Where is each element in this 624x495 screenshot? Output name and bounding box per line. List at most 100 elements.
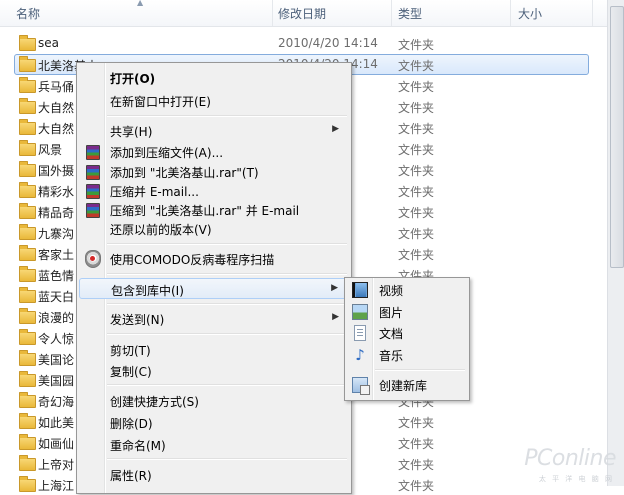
menu-item-label: 发送到(N): [110, 313, 165, 327]
menu-item-label: 共享(H): [110, 125, 153, 139]
file-name: 如此美: [38, 416, 75, 430]
folder-icon: [19, 98, 36, 114]
folder-icon: [19, 224, 36, 240]
column-size-header[interactable]: 大小: [518, 0, 542, 26]
menu-item-delete[interactable]: 删除(D): [79, 412, 347, 433]
file-name: 大自然: [38, 122, 75, 136]
submenu-item-pictures[interactable]: 图片: [347, 301, 467, 323]
submenu-item-label: 视频: [379, 284, 404, 298]
column-divider[interactable]: [272, 0, 273, 26]
winrar-icon: [86, 165, 100, 180]
menu-item-add-to-rar[interactable]: 添加到 "北美洛基山.rar"(T): [79, 161, 347, 182]
file-name: 上帝对: [38, 458, 75, 472]
file-type: 文件夹: [398, 59, 435, 73]
submenu-arrow-icon: ▶: [332, 124, 339, 134]
menu-item-compress-email[interactable]: 压缩并 E-mail...: [79, 180, 347, 201]
menu-item-label: 添加到压缩文件(A)...: [110, 146, 224, 160]
file-name: 精彩水: [38, 185, 75, 199]
folder-icon: [19, 77, 36, 93]
file-name: 浪漫的: [38, 311, 75, 325]
menu-item-restore-previous[interactable]: 还原以前的版本(V): [79, 218, 347, 239]
file-type: 文件夹: [398, 206, 435, 220]
file-name: 美国论: [38, 353, 75, 367]
folder-icon: [19, 203, 36, 219]
file-name: 兵马俑: [38, 80, 75, 94]
folder-icon: [19, 392, 36, 408]
folder-icon: [19, 308, 36, 324]
menu-item-label: 还原以前的版本(V): [110, 223, 212, 237]
menu-item-include-in-library[interactable]: 包含到库中(I) ▶: [79, 278, 347, 299]
file-type: 文件夹: [398, 101, 435, 115]
file-type: 文件夹: [398, 227, 435, 241]
folder-icon: [19, 56, 36, 72]
scrollbar-thumb[interactable]: [610, 6, 624, 268]
context-menu: 打开(O) 在新窗口中打开(E) 共享(H) ▶ 添加到压缩文件(A)... 添…: [76, 62, 352, 494]
menu-item-compress-rar-email[interactable]: 压缩到 "北美洛基山.rar" 并 E-mail: [79, 199, 347, 220]
vertical-scrollbar[interactable]: [607, 0, 624, 486]
menu-item-open-new-window[interactable]: 在新窗口中打开(E): [79, 90, 347, 111]
pconline-watermark: PConline 太 平 洋 电 脑 网: [512, 446, 622, 484]
menu-item-label: 删除(D): [110, 417, 153, 431]
menu-separator: [107, 333, 347, 335]
submenu-item-documents[interactable]: 文档: [347, 322, 467, 344]
file-name: sea: [38, 36, 59, 50]
picture-library-icon: [352, 304, 368, 320]
file-type: 文件夹: [398, 458, 435, 472]
folder-icon: [19, 413, 36, 429]
menu-item-create-shortcut[interactable]: 创建快捷方式(S): [79, 390, 347, 411]
submenu-item-label: 音乐: [379, 349, 404, 363]
menu-item-label: 包含到库中(I): [111, 284, 184, 298]
menu-item-share[interactable]: 共享(H) ▶: [79, 120, 347, 141]
music-note-icon: ♪: [355, 346, 365, 364]
menu-item-label: 打开(O): [110, 72, 156, 86]
column-divider[interactable]: [391, 0, 392, 26]
folder-icon: [19, 35, 36, 51]
file-type: 文件夹: [398, 437, 435, 451]
menu-item-label: 重命名(M): [110, 439, 166, 453]
menu-separator: [375, 369, 465, 371]
column-name-header[interactable]: 名称: [16, 0, 40, 26]
file-row[interactable]: sea 2010/4/20 14:14 文件夹: [0, 33, 607, 54]
file-type: 文件夹: [398, 164, 435, 178]
menu-item-send-to[interactable]: 发送到(N) ▶: [79, 308, 347, 329]
menu-item-copy[interactable]: 复制(C): [79, 360, 347, 381]
folder-icon: [19, 329, 36, 345]
submenu-item-video[interactable]: 视频: [347, 279, 467, 301]
menu-separator: [107, 458, 347, 460]
folder-icon: [19, 434, 36, 450]
sort-ascending-icon: ▲: [137, 0, 144, 7]
file-date: 2010/4/20 14:14: [278, 36, 378, 50]
submenu-arrow-icon: ▶: [332, 312, 339, 322]
submenu-item-music[interactable]: ♪ 音乐: [347, 344, 467, 366]
file-name: 蓝天白: [38, 290, 75, 304]
watermark-tagline: 太 平 洋 电 脑 网: [538, 475, 614, 483]
file-type: 文件夹: [398, 80, 435, 94]
folder-icon: [19, 119, 36, 135]
document-library-icon: [354, 325, 366, 341]
folder-icon: [19, 182, 36, 198]
menu-item-label: 在新窗口中打开(E): [110, 95, 211, 109]
column-date-header[interactable]: 修改日期: [278, 0, 326, 26]
menu-item-rename[interactable]: 重命名(M): [79, 434, 347, 455]
column-header: ▲ 名称 修改日期 类型 大小: [0, 0, 607, 27]
menu-item-label: 添加到 "北美洛基山.rar"(T): [110, 166, 259, 180]
menu-separator: [107, 243, 347, 245]
watermark-brand: PConline: [524, 446, 616, 471]
submenu-item-label: 创建新库: [379, 379, 428, 393]
column-divider[interactable]: [592, 0, 593, 26]
menu-item-comodo-scan[interactable]: 使用COMODO反病毒程序扫描: [79, 248, 347, 269]
file-name: 大自然: [38, 101, 75, 115]
menu-item-cut[interactable]: 剪切(T): [79, 339, 347, 360]
column-type-header[interactable]: 类型: [398, 0, 422, 26]
file-name: 如画仙: [38, 437, 75, 451]
column-divider[interactable]: [510, 0, 511, 26]
new-library-icon: [352, 377, 370, 395]
menu-item-add-to-archive[interactable]: 添加到压缩文件(A)...: [79, 141, 347, 162]
menu-item-open[interactable]: 打开(O): [79, 67, 347, 88]
submenu-item-new-library[interactable]: 创建新库: [347, 374, 467, 396]
menu-item-properties[interactable]: 属性(R): [79, 464, 347, 485]
file-name: 国外摄: [38, 164, 75, 178]
winrar-icon: [86, 184, 100, 199]
menu-item-label: 压缩到 "北美洛基山.rar" 并 E-mail: [110, 204, 300, 218]
file-name: 客家土: [38, 248, 75, 262]
